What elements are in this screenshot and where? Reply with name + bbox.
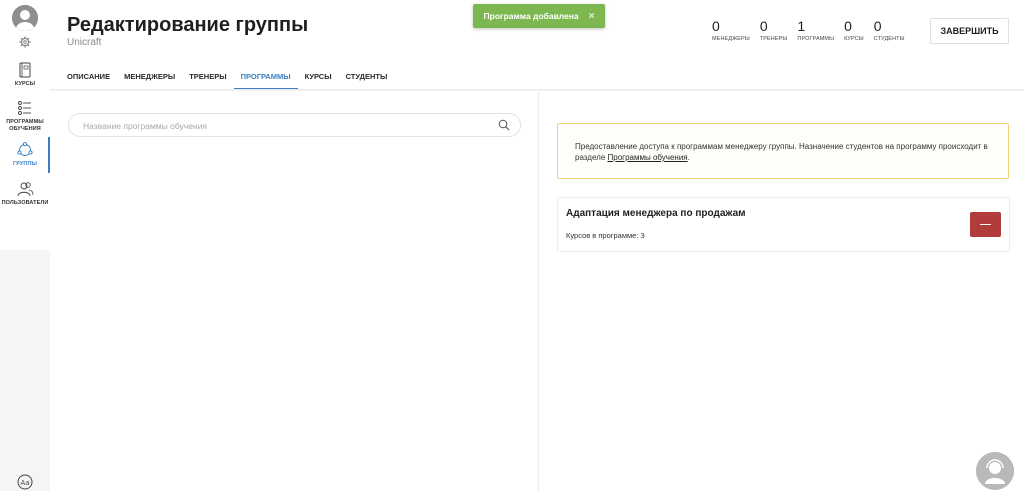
tab-programs[interactable]: Программы xyxy=(233,62,298,90)
svg-text:Aa: Aa xyxy=(21,479,30,487)
page-subtitle: Unicraft xyxy=(67,37,102,48)
program-title: Адаптация менеджера по продажам xyxy=(566,208,746,219)
groups-icon xyxy=(17,142,33,156)
tabs-divider xyxy=(50,89,1024,91)
info-text-end: . xyxy=(687,153,690,162)
tab-courses[interactable]: Курсы xyxy=(298,62,339,90)
program-course-count: Курсов в программе: 3 xyxy=(566,231,645,240)
stat-value: 0 xyxy=(844,18,852,34)
stat-label: курсы xyxy=(844,36,864,42)
accessibility-icon[interactable]: Aa xyxy=(17,474,33,490)
programs-link[interactable]: Программы обучения xyxy=(608,153,688,162)
stat-label: студенты xyxy=(873,36,905,42)
stat-students: 0 студенты xyxy=(873,18,905,43)
stat-courses: 0 курсы xyxy=(844,18,864,43)
stat-value: 0 xyxy=(873,18,882,34)
users-icon xyxy=(17,182,34,197)
stats-bar: 0 менеджеры 0 тренеры 1 программы 0 курс… xyxy=(712,18,915,43)
stat-value: 1 xyxy=(797,18,806,34)
sidebar-item-label: программы обучения xyxy=(6,119,44,132)
search-icon[interactable] xyxy=(498,119,510,131)
list-icon xyxy=(18,101,31,115)
support-chat-button[interactable] xyxy=(976,452,1014,490)
program-card: Адаптация менеджера по продажам Курсов в… xyxy=(557,197,1010,252)
stat-managers: 0 менеджеры xyxy=(712,18,750,43)
sidebar-item-label: группы xyxy=(12,161,38,167)
toast-message: Программа добавлена xyxy=(483,11,579,21)
gear-icon[interactable] xyxy=(19,36,31,48)
sidebar-nav: курсы программы обучения группы xyxy=(0,0,50,250)
tab-description[interactable]: Описание xyxy=(67,62,117,90)
stat-label: менеджеры xyxy=(712,36,750,42)
sidebar-item-groups[interactable]: группы xyxy=(0,137,50,173)
avatar[interactable] xyxy=(12,5,38,31)
user-avatar-icon xyxy=(12,5,38,31)
toast-notification: Программа добавлена × xyxy=(473,4,605,28)
sidebar: курсы программы обучения группы xyxy=(0,0,50,491)
stat-trainers: 0 тренеры xyxy=(759,18,788,43)
tab-managers[interactable]: Менеджеры xyxy=(117,62,182,90)
active-indicator xyxy=(48,137,50,173)
sidebar-item-label: курсы xyxy=(14,81,36,87)
remove-program-button[interactable] xyxy=(970,212,1001,237)
info-notice: Предоставление доступа к программам мене… xyxy=(557,123,1009,179)
sidebar-item-users[interactable]: пользователи xyxy=(0,180,50,207)
stat-label: тренеры xyxy=(759,36,788,42)
column-divider xyxy=(538,91,539,491)
support-agent-icon xyxy=(976,452,1014,490)
stat-value: 0 xyxy=(712,18,720,34)
sidebar-item-courses[interactable]: курсы xyxy=(0,61,50,88)
minus-icon xyxy=(980,223,991,226)
sidebar-item-label: пользователи xyxy=(1,200,49,206)
tab-bar: Описание Менеджеры Тренеры Программы Кур… xyxy=(67,62,394,90)
search-input[interactable] xyxy=(83,118,483,133)
book-icon xyxy=(19,62,31,78)
tab-students[interactable]: Студенты xyxy=(339,62,395,90)
close-icon[interactable]: × xyxy=(589,11,595,22)
tab-trainers[interactable]: Тренеры xyxy=(182,62,233,90)
page-title: Редактирование группы xyxy=(67,14,309,36)
program-search xyxy=(68,113,521,137)
finish-button[interactable]: ЗАВЕРШИТЬ xyxy=(930,18,1009,44)
stat-programs: 1 программы xyxy=(797,18,835,43)
sidebar-item-programs[interactable]: программы обучения xyxy=(0,99,50,132)
stat-value: 0 xyxy=(759,18,768,34)
stat-label: программы xyxy=(797,36,835,42)
